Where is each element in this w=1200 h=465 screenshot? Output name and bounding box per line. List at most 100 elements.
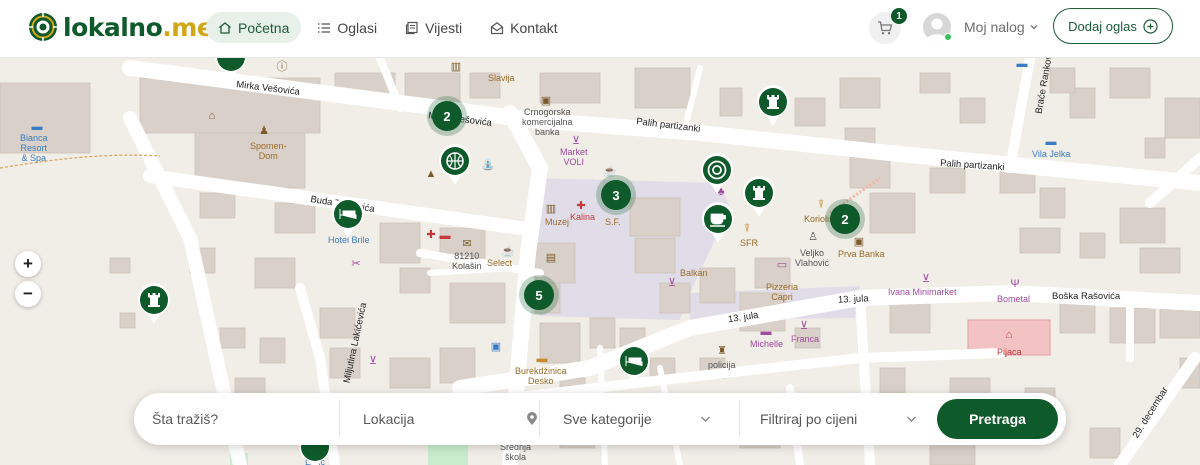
fastfood-icon: ▬ (536, 353, 548, 365)
place-label: Select (487, 258, 513, 268)
pharmacy-icon: ✚ (576, 200, 586, 212)
hotel-bed-icon: ▬ (1045, 136, 1057, 148)
place-label: Spomen- Dom (250, 141, 287, 161)
cafe-icon: ☕ (603, 166, 617, 178)
shop-cart-icon: ⊻ (921, 273, 931, 285)
logo-emblem-icon (29, 13, 57, 41)
cart-count-badge: 1 (891, 8, 907, 24)
zoom-in-button[interactable]: + (15, 251, 41, 277)
search-input[interactable] (152, 411, 336, 427)
nav-item-listings[interactable]: Oglasi (305, 12, 389, 43)
map-cluster[interactable]: 3 (601, 180, 631, 210)
restaurant-icon: Ψ (1010, 278, 1020, 290)
place-label: Veljko Vlahović (795, 248, 830, 268)
search-submit-button[interactable]: Pretraga (937, 399, 1058, 439)
chevron-down-icon (906, 414, 917, 424)
list-icon (317, 21, 331, 35)
map-cluster[interactable]: 5 (524, 280, 554, 310)
map-cluster[interactable]: 2 (830, 204, 860, 234)
search-bar: Sve kategorije Filtriraj po cijeni Pretr… (134, 393, 1066, 445)
cart-icon (878, 21, 893, 35)
shop-cart-icon: ⊻ (799, 320, 809, 332)
account-menu[interactable]: Moj nalog (923, 11, 1039, 43)
brand-logo[interactable]: lokalno.me (28, 11, 214, 43)
online-status-dot (944, 33, 952, 41)
nav-label: Vijesti (425, 19, 463, 36)
nav-item-news[interactable]: Vijesti (393, 12, 474, 43)
divider (339, 401, 340, 437)
category-select[interactable]: Sve kategorije (563, 393, 711, 445)
price-filter-select[interactable]: Filtriraj po cijeni (760, 393, 917, 445)
place-label: policija (708, 360, 736, 370)
location-field[interactable] (363, 393, 538, 445)
place-label: Michelle (750, 339, 784, 349)
hotel-bed-icon: ▬ (1016, 58, 1028, 70)
place-label: Ivana Minimarket (888, 287, 957, 297)
brand-name: lokalno.me (63, 12, 214, 42)
listing-pin-hotel[interactable] (617, 344, 651, 386)
listing-pin-tower[interactable] (742, 176, 776, 218)
place-label: Vila Jelka (1032, 149, 1071, 159)
add-listing-label: Dodaj oglas (1068, 18, 1137, 34)
plus-circle-icon (1143, 18, 1158, 34)
place-label: Muzej (545, 217, 570, 227)
police-icon: ♜ (717, 345, 727, 357)
bank-icon: ▣ (540, 95, 552, 107)
road-label: 13. jula (837, 293, 869, 306)
listing-pin-partial[interactable] (214, 58, 248, 82)
bus-icon: ▣ (490, 341, 502, 353)
search-query-field[interactable] (152, 393, 336, 445)
account-label: Moj nalog (964, 19, 1025, 35)
zoom-out-button[interactable]: − (15, 281, 41, 307)
cart-button[interactable]: 1 (869, 8, 907, 44)
place-label: Slavija (488, 73, 515, 83)
bar-icon: ⍒ (743, 223, 751, 235)
main-nav: Početna Oglasi Vijesti Kontakt (206, 12, 574, 43)
add-listing-button[interactable]: Dodaj oglas (1053, 8, 1173, 44)
bank-icon: ▣ (853, 236, 865, 248)
place-label: Franca (791, 334, 820, 344)
listing-pin-basketball[interactable] (438, 144, 472, 186)
place-label: Balkan (680, 268, 708, 278)
place-label: Pijaca (997, 347, 1022, 357)
home-icon (218, 21, 232, 35)
location-input[interactable] (363, 411, 538, 427)
place-label: Srednja škola (500, 442, 532, 462)
place-label: 81210 Kolašin (452, 251, 482, 271)
listing-pin-tower[interactable] (137, 283, 171, 325)
chevron-down-icon (700, 414, 711, 424)
contact-icon (490, 21, 504, 35)
statue-icon: ♙ (808, 231, 818, 243)
listing-pin-tower[interactable] (756, 85, 790, 127)
shop-cart-icon: ⊻ (571, 135, 581, 147)
nav-label: Oglasi (337, 19, 378, 36)
map-cluster[interactable]: 2 (432, 101, 462, 131)
nav-label: Kontakt (510, 19, 558, 36)
nav-item-home[interactable]: Početna (206, 12, 302, 43)
clinic-icon: ✚ (426, 229, 436, 241)
top-header: lokalno.me Početna Oglasi Vijesti Kontak… (0, 0, 1200, 58)
beauty-icon: ✂ (351, 258, 361, 270)
category-value: Sve kategorije (563, 411, 652, 427)
news-icon (405, 21, 419, 35)
nav-item-contact[interactable]: Kontakt (478, 12, 569, 43)
shop-icon: ▭ (776, 259, 788, 271)
info-icon: ⓘ (276, 61, 288, 73)
cafe-icon: ☕ (501, 246, 515, 258)
memorial-icon: ▲ (425, 168, 437, 180)
shop-cart-icon: ⊻ (368, 355, 378, 367)
divider (539, 401, 540, 437)
place-label: Prva Banka (838, 249, 885, 259)
place-label: Bometal (997, 294, 1031, 304)
place-label: Crnogorska komercijalna banka (522, 107, 573, 137)
market-icon: ⌂ (1005, 329, 1013, 341)
divider (739, 401, 740, 437)
hotel-bed-icon: ▬ (31, 121, 43, 133)
library-icon: ▥ (450, 61, 462, 73)
place-label: Pizzeria Capri (766, 282, 799, 302)
listing-pin-target[interactable] (700, 153, 734, 195)
chevron-down-icon (1029, 22, 1039, 32)
price-filter-value: Filtriraj po cijeni (760, 411, 858, 427)
listing-pin-cafe[interactable] (701, 202, 735, 244)
listing-pin-hotel[interactable] (331, 197, 365, 239)
